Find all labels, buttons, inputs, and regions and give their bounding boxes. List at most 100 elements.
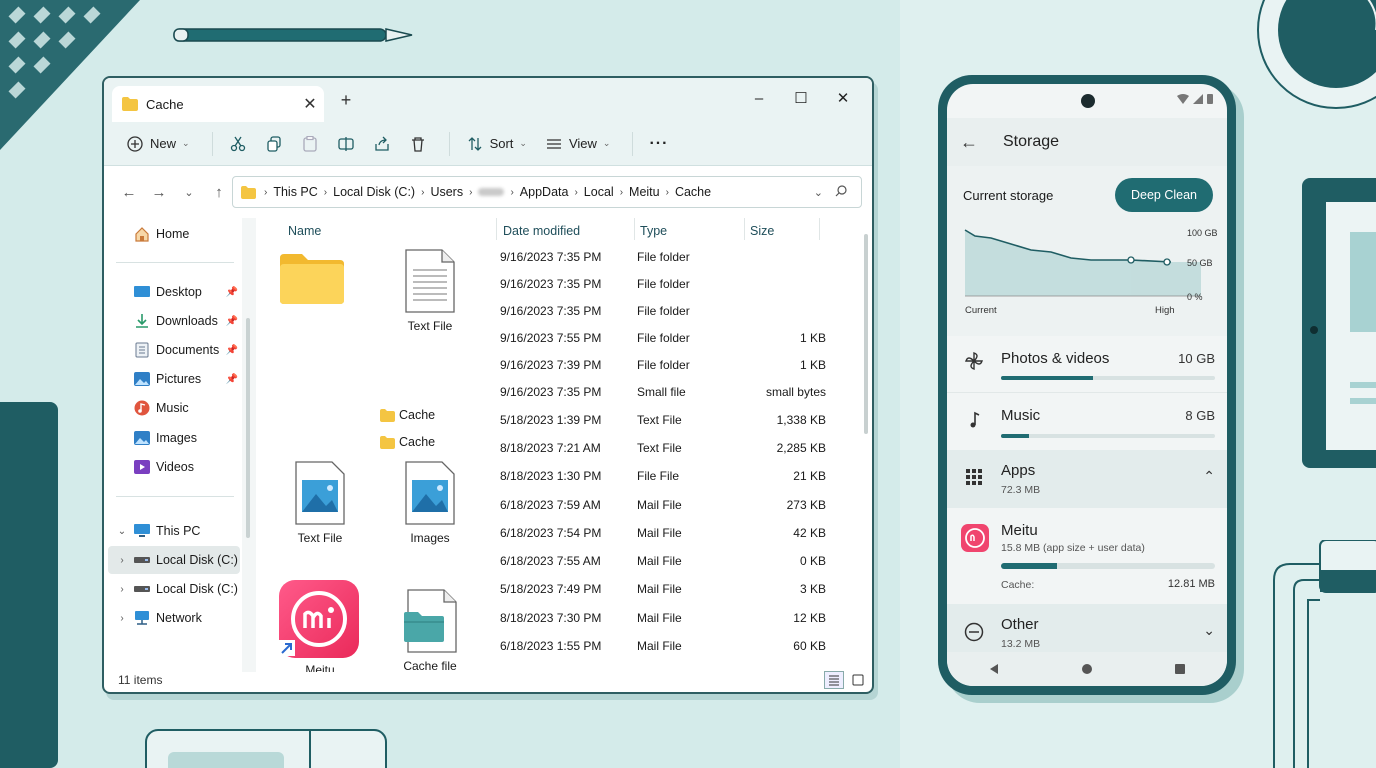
images-file-item[interactable]: Images bbox=[380, 460, 480, 545]
breadcrumb-local-disk[interactable]: Local Disk (C:) bbox=[333, 185, 415, 199]
address-dropdown-icon[interactable]: ⌄ bbox=[814, 186, 823, 199]
table-row[interactable]: 9/16/2023 7:39 PM File folder 1 KB bbox=[496, 352, 836, 379]
folder-item-large[interactable] bbox=[262, 252, 362, 307]
page-title: Storage bbox=[1003, 133, 1060, 150]
table-row[interactable]: 9/16/2023 7:55 PM File folder 1 KB bbox=[496, 325, 836, 352]
share-button[interactable] bbox=[367, 128, 397, 160]
nav-item-videos[interactable]: Videos bbox=[116, 453, 240, 481]
more-options-button[interactable]: ··· bbox=[643, 128, 674, 160]
nav-item-local-disk-c[interactable]: › Local Disk (C:) bbox=[116, 575, 240, 603]
table-row[interactable]: 6/18/2023 7:59 AM Mail File 273 KB bbox=[496, 492, 836, 519]
folder-item-cache-1[interactable]: Cache bbox=[380, 408, 435, 422]
paste-button[interactable] bbox=[295, 128, 325, 160]
table-row[interactable]: 9/16/2023 7:35 PM File folder bbox=[496, 271, 836, 298]
column-divider[interactable] bbox=[634, 218, 635, 240]
table-row[interactable]: 5/18/2023 1:39 PM Text File 1,338 KB bbox=[496, 407, 836, 434]
chevron-right-icon[interactable]: › bbox=[116, 613, 128, 624]
pin-icon[interactable]: 📌 bbox=[226, 287, 238, 298]
nav-item-network[interactable]: › Network bbox=[116, 604, 240, 632]
folder-item-cache-2[interactable]: Cache bbox=[380, 435, 435, 449]
recents-square-icon[interactable] bbox=[1174, 663, 1186, 675]
rename-button[interactable] bbox=[331, 128, 361, 160]
column-header-type[interactable]: Type bbox=[640, 219, 667, 243]
copy-button[interactable] bbox=[259, 128, 289, 160]
table-row[interactable]: 8/18/2023 1:30 PM File File 21 KB bbox=[496, 463, 836, 490]
column-header-name[interactable]: Name bbox=[288, 219, 321, 243]
view-button[interactable]: View ⌄ bbox=[539, 128, 617, 160]
chevron-down-icon[interactable]: ⌄ bbox=[1203, 622, 1215, 639]
nav-item-documents[interactable]: Documents 📌 bbox=[116, 336, 240, 364]
nav-item-music[interactable]: Music bbox=[116, 394, 240, 422]
nav-pane-scrollbar[interactable] bbox=[242, 218, 256, 672]
breadcrumb-meitu[interactable]: Meitu bbox=[629, 185, 660, 199]
column-divider[interactable] bbox=[744, 218, 745, 240]
nav-item-desktop[interactable]: Desktop 📌 bbox=[116, 278, 240, 306]
address-bar[interactable]: › This PC › Local Disk (C:) › Users › › … bbox=[232, 176, 862, 208]
deep-clean-button[interactable]: Deep Clean bbox=[1115, 178, 1213, 212]
column-divider[interactable] bbox=[496, 218, 497, 240]
minimize-button[interactable]: – bbox=[738, 84, 780, 112]
storage-item-apps[interactable]: Apps 72.3 MB ⌃ bbox=[947, 450, 1227, 508]
back-button[interactable]: ← bbox=[116, 184, 142, 201]
nav-item-images[interactable]: Images bbox=[116, 424, 240, 452]
table-row[interactable]: 9/16/2023 7:35 PM Small file small bytes bbox=[496, 379, 836, 406]
forward-button[interactable]: → bbox=[146, 184, 172, 201]
table-row[interactable]: 5/18/2023 7:49 PM Mail File 3 KB bbox=[496, 576, 836, 603]
column-header-date[interactable]: Date modified bbox=[503, 219, 580, 243]
column-header-size[interactable]: Size bbox=[750, 219, 774, 243]
toolbar-divider bbox=[632, 131, 634, 156]
chevron-down-icon[interactable]: ⌄ bbox=[116, 526, 128, 537]
pin-icon[interactable]: 📌 bbox=[226, 316, 238, 327]
new-button[interactable]: New ⌄ bbox=[120, 128, 196, 160]
delete-button[interactable] bbox=[403, 128, 433, 160]
nav-item-downloads[interactable]: Downloads 📌 bbox=[116, 307, 240, 335]
tab-cache[interactable]: Cache ✕ bbox=[112, 86, 324, 122]
recent-locations-button[interactable]: ⌄ bbox=[176, 186, 202, 199]
cut-button[interactable] bbox=[223, 128, 253, 160]
table-row[interactable]: 9/16/2023 7:35 PM File folder bbox=[496, 244, 836, 271]
close-window-button[interactable]: ✕ bbox=[822, 84, 864, 112]
breadcrumb-this-pc[interactable]: This PC bbox=[273, 185, 317, 199]
breadcrumb-users[interactable]: Users bbox=[430, 185, 463, 199]
table-row[interactable]: 9/16/2023 7:35 PM File folder bbox=[496, 298, 836, 325]
storage-item-music[interactable]: Music 8 GB bbox=[947, 392, 1227, 450]
close-tab-icon[interactable]: ✕ bbox=[296, 94, 324, 114]
table-row[interactable]: 8/18/2023 7:30 PM Mail File 12 KB bbox=[496, 605, 836, 632]
breadcrumb-local[interactable]: Local bbox=[584, 185, 614, 199]
table-row[interactable]: 6/18/2023 1:55 PM Mail File 60 KB bbox=[496, 633, 836, 660]
nav-item-this-pc[interactable]: ⌄ This PC bbox=[116, 517, 240, 545]
text-file-item-1[interactable]: Text File bbox=[380, 248, 480, 333]
pin-icon[interactable]: 📌 bbox=[226, 374, 238, 385]
home-circle-icon[interactable] bbox=[1081, 663, 1093, 675]
storage-trend-chart: 100 GB 50 GB 0 % Current High bbox=[961, 226, 1218, 326]
pin-icon[interactable]: 📌 bbox=[226, 345, 238, 356]
table-row[interactable]: 6/18/2023 7:54 PM Mail File 42 KB bbox=[496, 520, 836, 547]
back-triangle-icon[interactable] bbox=[988, 663, 1000, 675]
breadcrumb-appdata[interactable]: AppData bbox=[520, 185, 569, 199]
chevron-right-icon[interactable]: › bbox=[116, 584, 128, 595]
cache-file-item[interactable]: Cache file bbox=[380, 588, 480, 672]
meitu-shortcut-item[interactable]: Meitu bbox=[270, 580, 370, 672]
maximize-button[interactable]: ☐ bbox=[780, 84, 822, 112]
large-icons-view-button[interactable] bbox=[848, 671, 868, 689]
chevron-up-icon[interactable]: ⌃ bbox=[1203, 468, 1215, 485]
back-arrow-icon[interactable]: ← bbox=[947, 132, 991, 153]
content-scrollbar[interactable] bbox=[864, 234, 868, 434]
nav-item-home[interactable]: Home bbox=[116, 220, 240, 248]
nav-item-local-disk-c-selected[interactable]: › Local Disk (C:) bbox=[108, 546, 240, 574]
app-item-meitu[interactable]: Meitu 15.8 MB (app size + user data) Cac… bbox=[947, 508, 1227, 604]
image-text-file-item[interactable]: Text File bbox=[270, 460, 370, 545]
chevron-right-icon[interactable]: › bbox=[116, 555, 128, 566]
up-button[interactable]: ↑ bbox=[206, 184, 232, 201]
search-icon[interactable] bbox=[835, 184, 853, 200]
sort-button[interactable]: Sort ⌄ bbox=[460, 128, 533, 160]
details-view-button[interactable] bbox=[824, 671, 844, 689]
table-row[interactable]: 8/18/2023 7:21 AM Text File 2,285 KB bbox=[496, 435, 836, 462]
chevron-right-icon: › bbox=[510, 186, 514, 198]
breadcrumb-cache[interactable]: Cache bbox=[675, 185, 711, 199]
column-divider[interactable] bbox=[819, 218, 820, 240]
storage-item-photos[interactable]: Photos & videos 10 GB bbox=[947, 336, 1227, 392]
new-tab-button[interactable]: + bbox=[336, 90, 356, 111]
nav-item-pictures[interactable]: Pictures 📌 bbox=[116, 365, 240, 393]
table-row[interactable]: 6/18/2023 7:55 AM Mail File 0 KB bbox=[496, 548, 836, 575]
